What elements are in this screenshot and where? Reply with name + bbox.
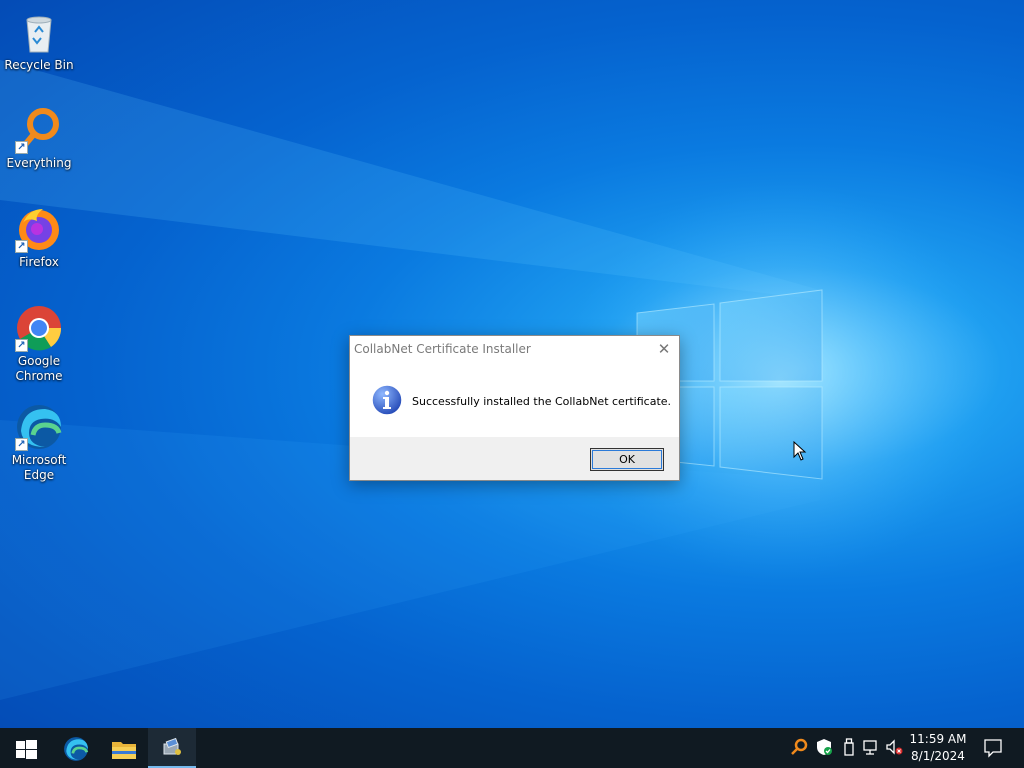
shortcut-arrow-icon: ↗ [15, 339, 28, 352]
desktop-icon-label: Firefox [19, 255, 59, 269]
ok-button[interactable]: OK [590, 448, 664, 471]
desktop-icon-chrome[interactable]: ↗ Google Chrome [2, 304, 76, 384]
desktop-icon-recycle-bin[interactable]: Recycle Bin [2, 8, 76, 73]
edge-icon [64, 737, 89, 761]
dialog-footer: OK [350, 437, 679, 480]
taskbar: 11:59 AM 8/1/2024 [0, 728, 1024, 768]
network-icon[interactable] [862, 738, 880, 756]
volume-muted-icon[interactable] [885, 738, 903, 756]
taskbar-clock[interactable]: 11:59 AM 8/1/2024 [906, 731, 970, 765]
desktop-icon-edge[interactable]: ↗ Microsoft Edge [2, 403, 76, 483]
desktop-icon-label: Recycle Bin [4, 58, 74, 72]
action-center-button[interactable] [978, 728, 1008, 768]
everything-search-icon[interactable] [790, 738, 808, 756]
desktop-icon-everything[interactable]: ↗ Everything [2, 106, 76, 171]
info-icon [371, 384, 403, 416]
taskbar-installer-button[interactable] [148, 728, 196, 768]
close-button[interactable]: ✕ [649, 336, 679, 362]
desktop-icon-label: Everything [6, 156, 72, 170]
shortcut-arrow-icon: ↗ [15, 141, 28, 154]
installer-app-icon [163, 737, 181, 755]
taskbar-edge-button[interactable] [51, 728, 99, 768]
file-explorer-icon [112, 742, 136, 759]
mouse-cursor-icon [793, 441, 807, 461]
dialog-title: CollabNet Certificate Installer [354, 342, 531, 356]
windows-security-icon[interactable] [815, 738, 833, 756]
clock-time: 11:59 AM [909, 732, 967, 746]
desktop-icon-label: Google Chrome [15, 354, 63, 383]
shortcut-arrow-icon: ↗ [15, 240, 28, 253]
clock-date: 8/1/2024 [911, 749, 965, 763]
usb-drive-icon[interactable] [840, 738, 858, 756]
start-icon [16, 740, 37, 759]
desktop-icon-label: Microsoft Edge [11, 453, 67, 482]
dialog-message: Successfully installed the CollabNet cer… [412, 395, 672, 408]
start-button[interactable] [0, 728, 48, 768]
recycle-bin-icon [26, 16, 52, 53]
desktop-icon-firefox[interactable]: ↗ Firefox [2, 205, 76, 270]
taskbar-file-explorer-button[interactable] [99, 728, 147, 768]
shortcut-arrow-icon: ↗ [15, 438, 28, 451]
message-dialog: CollabNet Certificate Installer ✕ Succes… [349, 335, 680, 481]
notification-icon [984, 739, 1002, 758]
desktop[interactable]: Recycle Bin ↗ Everything ↗ Firefox ↗ Goo… [0, 0, 1024, 728]
